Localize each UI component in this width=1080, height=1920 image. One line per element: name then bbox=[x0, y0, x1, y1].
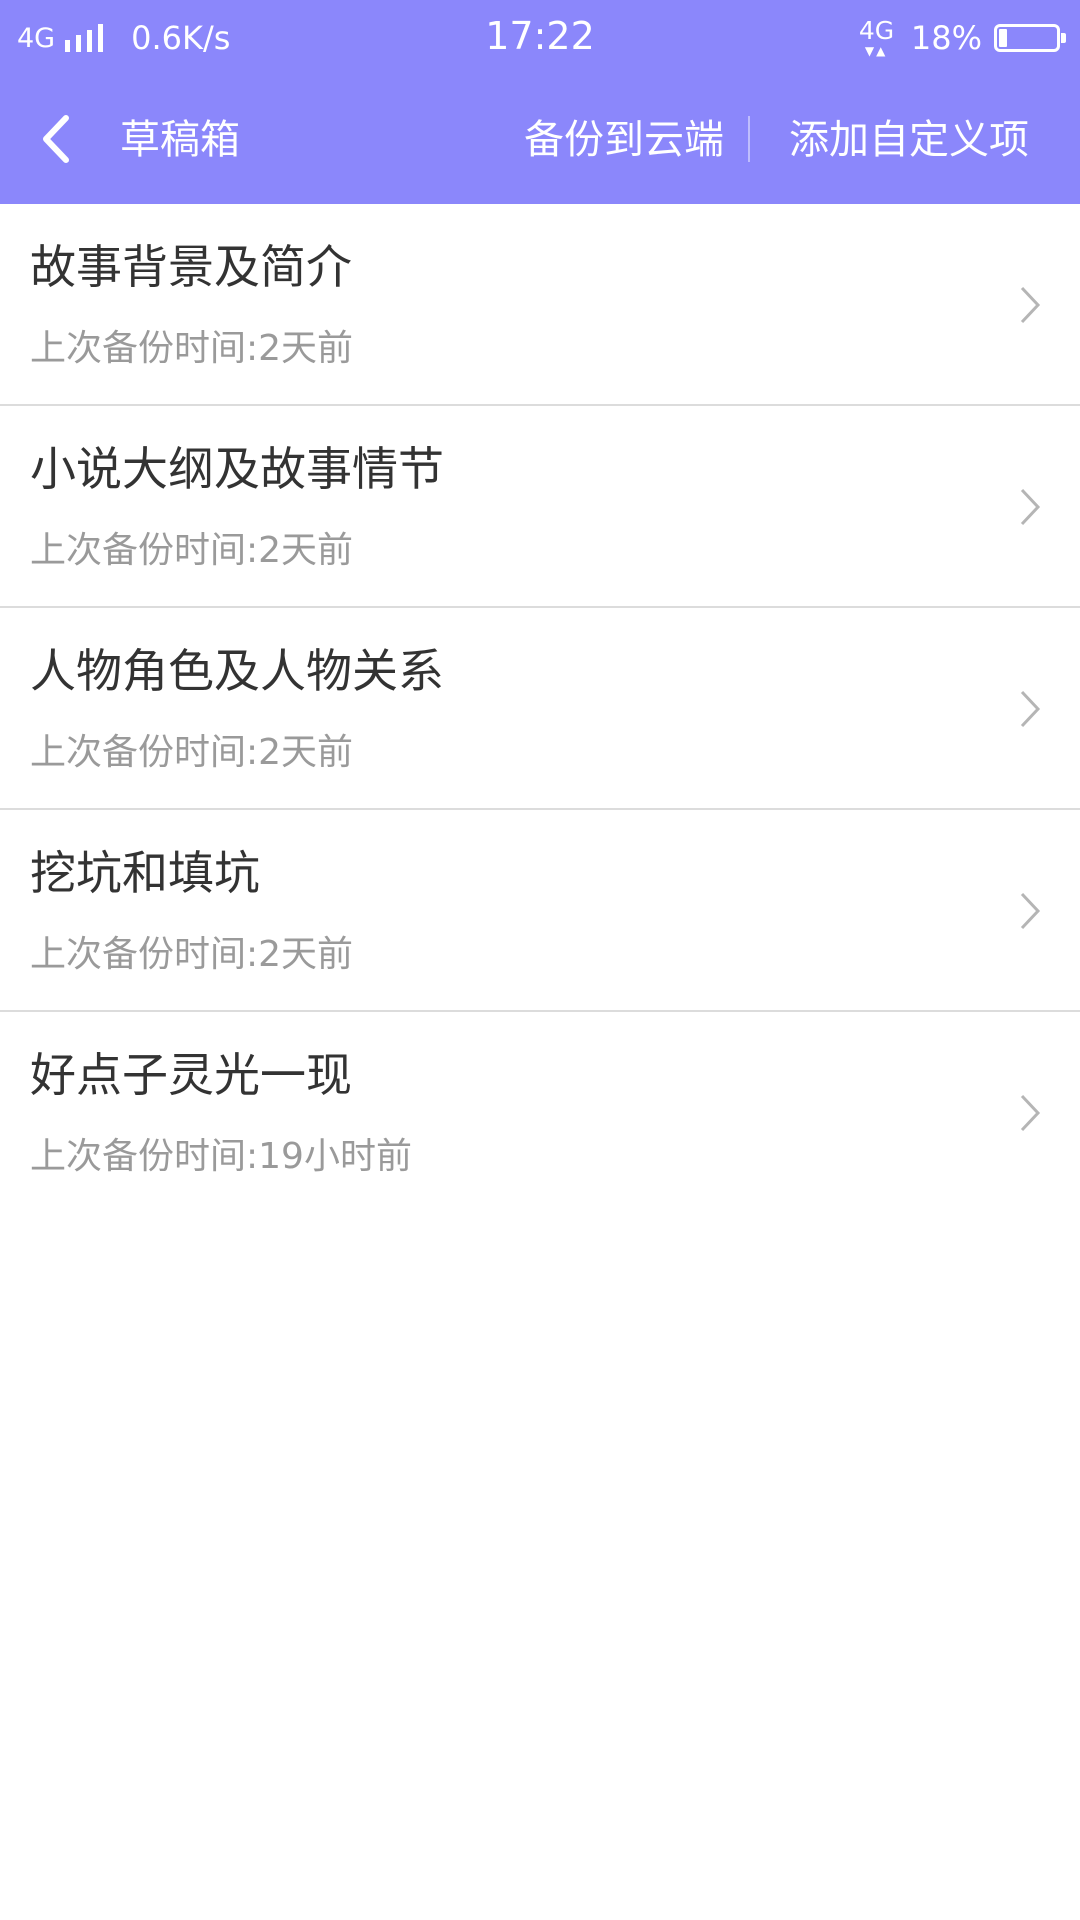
item-title: 好点子灵光一现 bbox=[30, 1048, 352, 1102]
item-title: 故事背景及简介 bbox=[30, 240, 352, 294]
status-bar: 4G 0.6K/s 17:22 4G ▼▲ 18% bbox=[0, 0, 1080, 76]
chevron-right-icon bbox=[1018, 1092, 1042, 1134]
chevron-right-icon bbox=[1018, 284, 1042, 326]
list-item[interactable]: 人物角色及人物关系 上次备份时间:2天前 bbox=[0, 608, 1080, 810]
item-title: 挖坑和填坑 bbox=[30, 846, 260, 900]
item-backup-time: 上次备份时间:2天前 bbox=[30, 328, 354, 369]
nav-divider bbox=[748, 116, 750, 162]
mobile-data-icon: 4G ▼▲ bbox=[858, 16, 895, 58]
list-item[interactable]: 好点子灵光一现 上次备份时间:19小时前 bbox=[0, 1012, 1080, 1214]
battery-icon bbox=[994, 24, 1066, 52]
status-right: 4G ▼▲ 18% bbox=[857, 16, 1066, 60]
chevron-right-icon bbox=[1018, 688, 1042, 730]
item-backup-time: 上次备份时间:2天前 bbox=[30, 732, 354, 773]
list-item[interactable]: 故事背景及简介 上次备份时间:2天前 bbox=[0, 204, 1080, 406]
network-type-right: 4G bbox=[858, 16, 895, 45]
chevron-right-icon bbox=[1018, 890, 1042, 932]
chevron-left-icon bbox=[43, 115, 69, 163]
add-custom-item-button[interactable]: 添加自定义项 bbox=[789, 114, 1029, 166]
back-button[interactable] bbox=[30, 106, 90, 172]
item-backup-time: 上次备份时间:2天前 bbox=[30, 934, 354, 975]
item-title: 人物角色及人物关系 bbox=[30, 644, 444, 698]
page-title: 草稿箱 bbox=[120, 117, 240, 163]
backup-to-cloud-button[interactable]: 备份到云端 bbox=[524, 114, 724, 166]
chevron-right-icon bbox=[1018, 486, 1042, 528]
draft-list: 故事背景及简介 上次备份时间:2天前 小说大纲及故事情节 上次备份时间:2天前 … bbox=[0, 204, 1080, 1214]
nav-bar: 草稿箱 备份到云端 添加自定义项 bbox=[0, 76, 1080, 204]
header: 4G 0.6K/s 17:22 4G ▼▲ 18% 草稿箱 备份到云端 添加自定… bbox=[0, 0, 1080, 204]
list-item[interactable]: 小说大纲及故事情节 上次备份时间:2天前 bbox=[0, 406, 1080, 608]
list-item[interactable]: 挖坑和填坑 上次备份时间:2天前 bbox=[0, 810, 1080, 1012]
item-title: 小说大纲及故事情节 bbox=[30, 442, 444, 496]
item-backup-time: 上次备份时间:19小时前 bbox=[30, 1136, 412, 1177]
battery-percent: 18% bbox=[910, 19, 982, 57]
item-backup-time: 上次备份时间:2天前 bbox=[30, 530, 354, 571]
